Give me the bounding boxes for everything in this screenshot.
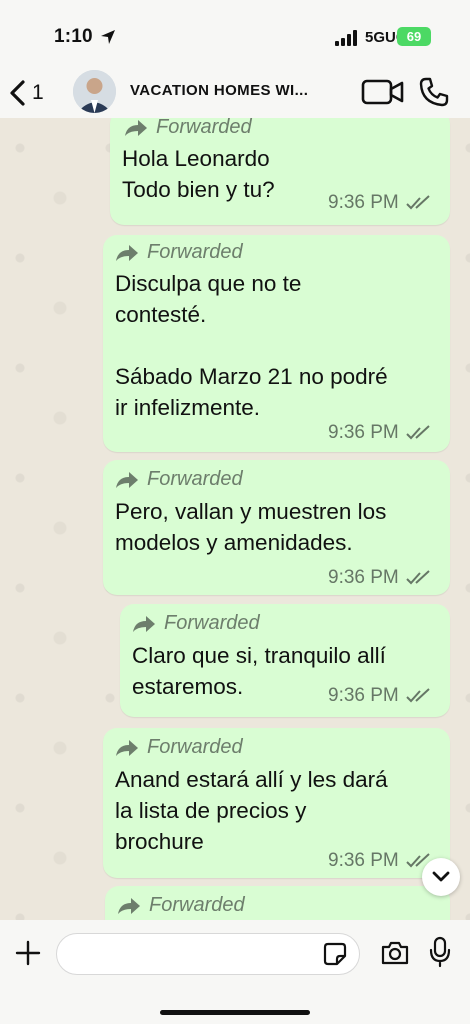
double-check-icon [406,688,430,703]
message-meta: 9:36 PM [328,850,431,872]
message-meta: 9:36 PM [328,567,431,589]
message-meta: 9:36 PM [328,685,431,707]
status-time: 1:10 [54,26,93,47]
forward-arrow-icon [116,739,138,756]
message-bubble[interactable]: Forwarded Pero, vallan y muestren los mo… [103,460,450,595]
microphone-icon[interactable] [429,936,451,968]
chevron-down-icon [432,871,450,882]
message-time: 9:36 PM [328,850,399,871]
message-bubble[interactable]: Forwarded Hola Leonardo Todo bien y tu? … [110,118,450,225]
forward-arrow-icon [125,119,147,136]
sticker-icon[interactable] [323,942,347,966]
message-bubble[interactable]: Forwarded Disculpa que no te contesté. S… [103,235,450,452]
forwarded-label: Forwarded [124,118,252,139]
message-text: Pero, vallan y muestren los modelos y am… [115,499,387,555]
video-camera-icon[interactable] [361,78,405,106]
message-input[interactable] [56,933,360,975]
forwarded-label: Forwarded [115,468,243,491]
battery-indicator: 69 [397,27,431,46]
forwarded-label: Forwarded [115,241,243,264]
avatar[interactable] [73,70,116,113]
double-check-icon [406,195,430,210]
message-time: 9:36 PM [328,685,399,706]
forward-arrow-icon [116,471,138,488]
camera-icon[interactable] [380,940,410,966]
back-button[interactable]: 1 [8,76,60,110]
message-bubble[interactable]: Forwarded Anand estará allí y les dará l… [103,728,450,878]
phone-icon[interactable] [418,76,450,108]
location-arrow-icon [101,30,115,44]
forwarded-label: Forwarded [115,736,243,759]
message-meta: 9:36 PM [328,422,431,444]
forward-arrow-icon [116,244,138,261]
plus-icon[interactable] [15,940,41,966]
signal-icon [335,30,357,46]
home-indicator [160,1010,310,1015]
message-time: 9:36 PM [328,422,399,443]
message-input-bar [0,920,470,1024]
forwarded-label: Forwarded [117,894,245,917]
message-meta: 9:36 PM [328,192,431,214]
chat-header: 1 VACATION HOMES WI... [0,68,470,118]
chat-area[interactable]: Forwarded Hola Leonardo Todo bien y tu? … [0,118,470,920]
double-check-icon [406,570,430,585]
message-bubble[interactable]: Forwarded Claro que si, tranquilo allí e… [120,604,450,717]
message-time: 9:36 PM [328,192,399,213]
message-text: Disculpa que no te contesté. Sábado Marz… [115,271,388,420]
forwarded-label: Forwarded [132,612,260,635]
scroll-to-bottom-button[interactable] [422,858,460,896]
chevron-left-icon [10,80,25,106]
message-bubble[interactable]: Forwarded [105,886,450,920]
back-unread-count: 1 [32,81,44,104]
message-text: Anand estará allí y les dará la lista de… [115,767,388,854]
message-time: 9:36 PM [328,567,399,588]
status-bar: 1:10 5GUC 69 [0,0,470,68]
message-text: Hola Leonardo Todo bien y tu? [122,146,275,202]
forward-arrow-icon [133,615,155,632]
avatar-photo [73,70,116,113]
chat-title[interactable]: VACATION HOMES WI... [130,82,330,99]
forward-arrow-icon [118,897,140,914]
double-check-icon [406,425,430,440]
